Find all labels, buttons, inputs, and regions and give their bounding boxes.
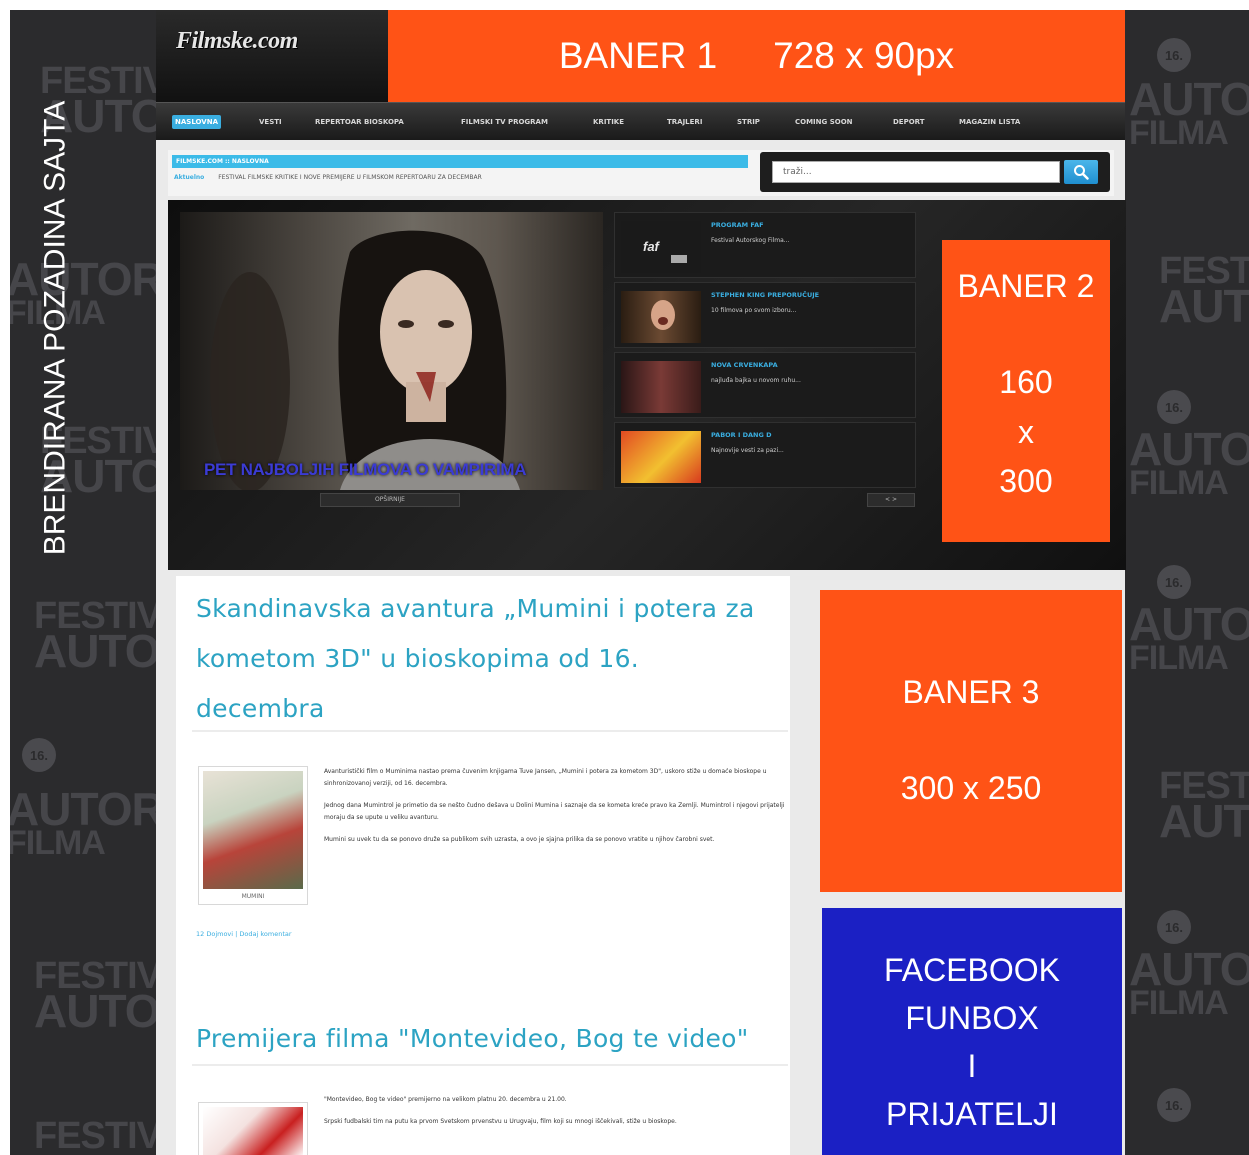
- featured-item-title: STEPHEN KING PREPORUČUJE: [711, 291, 820, 299]
- banner-2-width: 160: [999, 364, 1053, 400]
- post-meta[interactable]: 12 Dojmovi | Dodaj komentar: [196, 930, 292, 938]
- search-box: traži...: [760, 152, 1110, 192]
- breadcrumb[interactable]: FILMSKE.COM :: NASLOVNA: [172, 155, 748, 168]
- watermark-logo: AUTORSKOG FILMA: [10, 783, 156, 863]
- featured-item[interactable]: faf PROGRAM FAF Festival Autorskog Filma…: [614, 212, 916, 278]
- post-body: "Montevideo, Bog te video" premijerno na…: [324, 1096, 677, 1125]
- post-title[interactable]: Skandinavska avantura „Mumini i potera z…: [196, 584, 755, 734]
- post-body: Avanturistički film o Muminima nastao pr…: [324, 768, 785, 843]
- poster-image: [203, 1107, 303, 1155]
- banner-2-height: 300: [999, 463, 1053, 499]
- svg-text:faf: faf: [643, 239, 661, 254]
- portrait-thumb-icon: [651, 300, 675, 330]
- festival-logo-icon: faf: [643, 239, 687, 263]
- nav-item-deport[interactable]: DEPORT: [890, 115, 928, 129]
- search-input[interactable]: traži...: [772, 161, 1060, 183]
- news-ticker[interactable]: Aktuelno FESTIVAL FILMSKE KRITIKE I NOVE…: [174, 174, 482, 181]
- featured-item[interactable]: PABOR I DANG D Najnovije vesti za pazi..…: [614, 422, 916, 488]
- watermark-badge: 16.: [1157, 910, 1191, 944]
- nav-item-tv-program[interactable]: FILMSKI TV PROGRAM: [458, 115, 551, 129]
- facebook-funbox[interactable]: FACEBOOK FUNBOX I PRIJATELJI: [822, 908, 1122, 1155]
- nav-item-repertoar[interactable]: REPERTOAR BIOSKOPA: [312, 115, 407, 129]
- featured-thumb: [621, 291, 701, 343]
- featured-item-title: PABOR I DANG D: [711, 431, 772, 439]
- featured-more-button[interactable]: OPŠIRNIJE: [320, 493, 460, 507]
- banner-3[interactable]: BANER 3 300 x 250: [820, 590, 1122, 892]
- post-image[interactable]: [198, 1102, 308, 1155]
- watermark-logo: FESTIVAL AUTORSKOG: [34, 955, 156, 1038]
- watermark-logo: FESTIVAL AUTORSKOG: [1159, 250, 1249, 333]
- site-header: Filmske.com BANER 1 728 x 90px: [156, 10, 1125, 102]
- featured-item[interactable]: STEPHEN KING PREPORUČUJE 10 filmova po s…: [614, 282, 916, 348]
- sidebar: BANER 3 300 x 250 FACEBOOK FUNBOX I PRIJ…: [810, 576, 1125, 1155]
- nav-item-coming-soon[interactable]: COMING SOON: [792, 115, 856, 129]
- divider: [192, 1064, 788, 1066]
- watermark-badge: 16.: [22, 738, 56, 772]
- featured-caption: PET NAJBOLJIH FILMOVA O VAMPIRIMA: [204, 460, 527, 479]
- featured-item-desc: Najnovije vesti za pazi...: [711, 447, 784, 454]
- watermark-logo: FESTIVAL AUTORSKOG: [1159, 765, 1249, 848]
- banner-1[interactable]: BANER 1 728 x 90px: [388, 10, 1125, 102]
- post-image-caption: MUMINI: [241, 893, 265, 900]
- divider: [192, 730, 788, 732]
- watermark-logo: AUTORSKOG FILMA: [1129, 73, 1249, 153]
- nav-item-magazin[interactable]: MAGAZIN LISTA: [956, 115, 1023, 129]
- watermark-right: 16. AUTORSKOG FILMA FESTIVAL AUTORSKOG 1…: [1125, 10, 1249, 1155]
- featured-item[interactable]: NOVA CRVENKAPA najluđa bajka u novom ruh…: [614, 352, 916, 418]
- featured-item-desc: Festival Autorskog Filma...: [711, 237, 790, 244]
- featured-thumb: [621, 431, 701, 483]
- slider-nav-button[interactable]: < >: [867, 493, 915, 507]
- featured-girl-illustration: [210, 230, 520, 490]
- banner-1-size: 728 x 90px: [773, 35, 955, 76]
- featured-item-desc: 10 filmova po svom izboru...: [711, 307, 797, 314]
- poster-image: [203, 771, 303, 889]
- featured-thumb: faf: [621, 221, 701, 273]
- banner-2-name: BANER 2: [957, 268, 1095, 304]
- ticker-label: Aktuelno: [174, 174, 205, 181]
- featured-thumb: [621, 361, 701, 413]
- banner-3-size: 300 x 250: [900, 770, 1042, 806]
- subbar: FILMSKE.COM :: NASLOVNA Aktuelno FESTIVA…: [168, 150, 1114, 196]
- watermark-logo: FESTIVAL: [34, 1115, 156, 1155]
- search-button[interactable]: [1064, 160, 1098, 184]
- featured-item-title: NOVA CRVENKAPA: [711, 361, 778, 369]
- nav-item-trajleri[interactable]: TRAJLERI: [664, 115, 705, 129]
- featured-image[interactable]: PET NAJBOLJIH FILMOVA O VAMPIRIMA: [180, 212, 603, 490]
- watermark-logo: AUTORSKOG FILMA: [1129, 423, 1249, 503]
- nav-item-strip[interactable]: STRIP: [734, 115, 763, 129]
- nav-item-naslovna[interactable]: NASLOVNA: [172, 115, 221, 129]
- featured-item-title: PROGRAM FAF: [711, 221, 764, 229]
- post-title[interactable]: Premijera filma "Montevideo, Bog te vide…: [196, 1014, 749, 1064]
- site-logo[interactable]: Filmske.com: [176, 28, 298, 55]
- main-content: Skandinavska avantura „Mumini i potera z…: [176, 576, 790, 1155]
- post-image[interactable]: MUMINI: [198, 766, 308, 905]
- nav-item-vesti[interactable]: VESTI: [256, 115, 285, 129]
- banner-3-name: BANER 3: [902, 674, 1040, 710]
- watermark-badge: 16.: [1157, 390, 1191, 424]
- branded-background: FESTIVAL AUTORSKOG AUTORSKOG FILMA FESTI…: [10, 10, 1249, 1155]
- ticker-text: FESTIVAL FILMSKE KRITIKE I NOVE PREMIJER…: [218, 174, 482, 181]
- search-icon: [1074, 165, 1089, 180]
- main-nav: NASLOVNA VESTI REPERTOAR BIOSKOPA FILMSK…: [156, 102, 1125, 140]
- watermark-badge: 16.: [1157, 1088, 1191, 1122]
- banner-2[interactable]: BANER 2 160 x 300: [942, 240, 1110, 542]
- featured-item-desc: najluđa bajka u novom ruhu...: [711, 377, 801, 384]
- watermark-logo: AUTORSKOG FILMA: [1129, 598, 1249, 678]
- watermark-badge: 16.: [1157, 38, 1191, 72]
- nav-item-kritike[interactable]: KRITIKE: [590, 115, 627, 129]
- watermark-badge: 16.: [1157, 565, 1191, 599]
- website-mockup: Filmske.com BANER 1 728 x 90px NASLOVNA …: [156, 10, 1126, 1155]
- watermark-logo: AUTORSKOG FILMA: [1129, 943, 1249, 1023]
- banner-1-name: BANER 1: [558, 35, 718, 76]
- branded-background-label: BRENDIRANA POZADINA SAJTA: [38, 100, 72, 555]
- featured-slider: PET NAJBOLJIH FILMOVA O VAMPIRIMA OPŠIRN…: [168, 200, 1126, 570]
- banner-2-times: x: [1018, 414, 1034, 450]
